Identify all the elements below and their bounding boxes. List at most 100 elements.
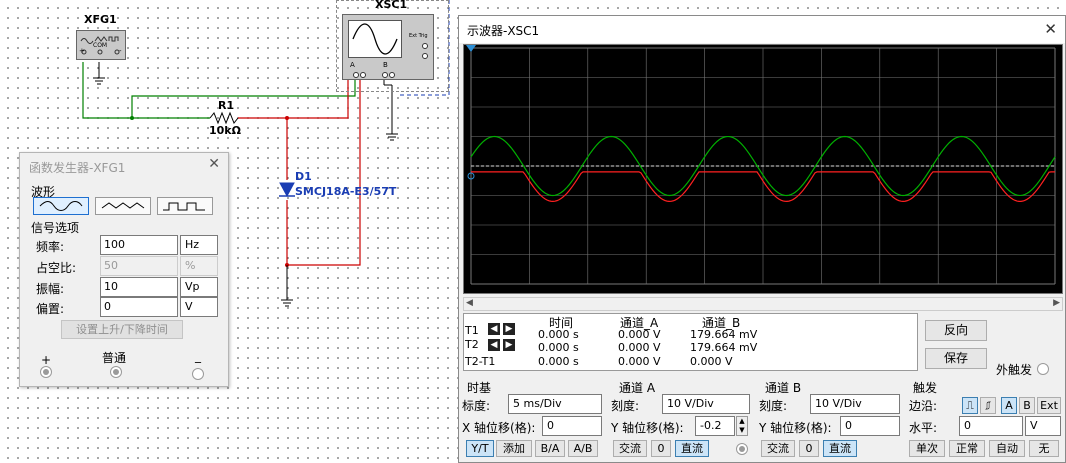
trigger-source-b-button[interactable]: B <box>1019 397 1035 414</box>
duty-cycle-unit: % <box>180 256 218 276</box>
channel-a-zero-button[interactable]: 0 <box>651 440 671 457</box>
square-wave-button[interactable] <box>157 197 213 215</box>
t1-channel-b: 179.664 mV <box>690 328 758 341</box>
oscilloscope-titlebar[interactable]: 示波器-XSC1 ✕ <box>459 16 1065 43</box>
generator-com-label: COM <box>93 42 108 49</box>
channel-a-ac-button[interactable]: 交流 <box>613 440 647 457</box>
frequency-unit-select[interactable]: Hz <box>180 235 218 255</box>
oscilloscope-title: 示波器-XSC1 <box>467 24 540 38</box>
plus-terminal-label: + <box>41 353 52 367</box>
channel-a-scale-input[interactable]: 10 V/Div <box>662 394 750 414</box>
x-position-input[interactable]: 0 <box>542 416 602 436</box>
signal-options-label: 信号选项 <box>31 221 80 235</box>
rising-edge-icon[interactable]: ⎍ <box>962 397 978 414</box>
generator-minus-terminal: - <box>119 47 122 55</box>
channel-b-ac-button[interactable]: 交流 <box>761 440 795 457</box>
waveform-plot <box>466 45 1056 285</box>
trigger-auto-button[interactable]: 自动 <box>989 440 1025 457</box>
timebase-scale-input[interactable]: 5 ms/Div <box>508 394 602 414</box>
mode-ba-button[interactable]: B/A <box>535 440 565 457</box>
close-icon[interactable]: ✕ <box>208 156 220 172</box>
ext-trigger-radio[interactable] <box>1037 363 1049 375</box>
t2-t1-channel-b: 0.000 V <box>690 355 733 368</box>
offset-input[interactable]: 0 <box>100 297 178 317</box>
trigger-level-label: 水平: <box>909 421 938 435</box>
channel-a-radio[interactable] <box>736 443 748 455</box>
t1-time: 0.000 s <box>538 328 579 341</box>
trigger-normal-button[interactable]: 正常 <box>949 440 985 457</box>
mode-add-button[interactable]: 添加 <box>496 440 532 457</box>
channel-a-ypos-spinner[interactable]: ▲ ▼ <box>736 416 748 436</box>
scroll-left-icon[interactable]: ◀ <box>466 298 473 308</box>
t2-t1-time: 0.000 s <box>538 355 579 368</box>
trigger-source-a-button[interactable]: A <box>1001 397 1017 414</box>
t1-channel-a: 0.000 V <box>618 328 661 341</box>
junction-dot <box>130 116 134 120</box>
timebase-group: 时基 标度: 5 ms/Div X 轴位移(格): 0 Y/T 添加 B/A A… <box>459 375 607 463</box>
sine-wave-button[interactable] <box>33 197 89 215</box>
triangle-wave-button[interactable] <box>95 197 151 215</box>
channel-a-dc-button[interactable]: 直流 <box>675 440 709 457</box>
timebase-title: 时基 <box>467 381 492 395</box>
t2-right-arrow-icon[interactable]: ▶ <box>503 339 515 351</box>
t2-t1-label: T2-T1 <box>465 355 496 368</box>
channel-b-dc-button[interactable]: 直流 <box>823 440 857 457</box>
scroll-right-icon[interactable]: ▶ <box>1053 298 1060 308</box>
trigger-level-unit[interactable]: V <box>1025 416 1061 436</box>
generator-ref: XFG1 <box>84 13 117 26</box>
channel-b-scale-input[interactable]: 10 V/Div <box>810 394 900 414</box>
ground-icon <box>281 299 293 307</box>
offset-label: 偏置: <box>36 302 65 316</box>
t1-left-arrow-icon[interactable]: ◀ <box>488 323 500 335</box>
t2-left-arrow-icon[interactable]: ◀ <box>488 339 500 351</box>
t2-label: T2 <box>465 338 479 351</box>
oscilloscope-symbol[interactable]: Ext Trig A B <box>342 14 434 80</box>
channel-a-group: 通道 A 刻度: 10 V/Div Y 轴位移(格): -0.2 ▲ ▼ 交流 0… <box>609 375 754 463</box>
close-icon[interactable]: ✕ <box>1044 20 1057 38</box>
reverse-button[interactable]: 反向 <box>925 320 987 341</box>
diode-symbol <box>279 182 295 198</box>
trigger-single-button[interactable]: 单次 <box>909 440 945 457</box>
junction-dot <box>285 116 289 120</box>
save-button[interactable]: 保存 <box>925 348 987 369</box>
channel-b-ypos-input[interactable]: 0 <box>840 416 900 436</box>
common-terminal-radio[interactable] <box>110 366 122 378</box>
duty-cycle-input: 50 <box>100 256 178 276</box>
channel-a-ypos-input[interactable]: -0.2 <box>695 416 735 436</box>
mode-yt-button[interactable]: Y/T <box>466 440 494 457</box>
oscilloscope-window: 示波器-XSC1 ✕ ◀ ▶ 时间 通道_A 通道_B T1 ◀ ▶ 0.000… <box>458 15 1066 463</box>
falling-edge-icon[interactable]: ⎎ <box>980 397 996 414</box>
horizontal-scrollbar[interactable]: ◀ ▶ <box>463 297 1063 311</box>
t2-time: 0.000 s <box>538 341 579 354</box>
channel-a-ypos-label: Y 轴位移(格): <box>611 421 684 435</box>
frequency-label: 频率: <box>36 240 65 254</box>
function-generator-symbol[interactable]: COM + - <box>76 30 126 60</box>
duty-cycle-label: 占空比: <box>36 261 77 275</box>
channel-b-ypos-label: Y 轴位移(格): <box>759 421 832 435</box>
trigger-none-button[interactable]: 无 <box>1029 440 1059 457</box>
minus-terminal-label: _ <box>195 349 201 363</box>
channel-b-title: 通道 B <box>765 381 802 395</box>
t2-channel-a: 0.000 V <box>618 341 661 354</box>
amplitude-unit-select[interactable]: Vp <box>180 277 218 297</box>
channel-b-zero-button[interactable]: 0 <box>799 440 819 457</box>
trigger-level-input[interactable]: 0 <box>959 416 1023 436</box>
x-position-label: X 轴位移(格): <box>462 421 536 435</box>
function-generator-panel: 函数发生器-XFG1 ✕ 波形 信号选项 频率: 100 Hz 占空比: 50 … <box>19 152 229 387</box>
offset-unit-select[interactable]: V <box>180 297 218 317</box>
resistor-ref: R1 <box>218 99 235 112</box>
frequency-input[interactable]: 100 <box>100 235 178 255</box>
fg-panel-title: 函数发生器-XFG1 <box>29 161 126 175</box>
amplitude-input[interactable]: 10 <box>100 277 178 297</box>
plus-terminal-radio[interactable] <box>40 366 52 378</box>
trigger-source-ext-button[interactable]: Ext <box>1037 397 1061 414</box>
scope-terminals <box>353 43 428 78</box>
trigger-group: 触发 边沿: ⎍ ⎎ A B Ext 水平: 0 V 单次 正常 自动 无 <box>905 375 1063 463</box>
t1-right-arrow-icon[interactable]: ▶ <box>503 323 515 335</box>
minus-terminal-radio[interactable] <box>192 368 204 380</box>
trigger-title: 触发 <box>913 381 938 395</box>
oscilloscope-screen[interactable] <box>463 44 1063 294</box>
mode-ab-button[interactable]: A/B <box>568 440 598 457</box>
generator-plus-terminal: + <box>79 47 85 55</box>
channel-b-scale-label: 刻度: <box>759 399 788 413</box>
